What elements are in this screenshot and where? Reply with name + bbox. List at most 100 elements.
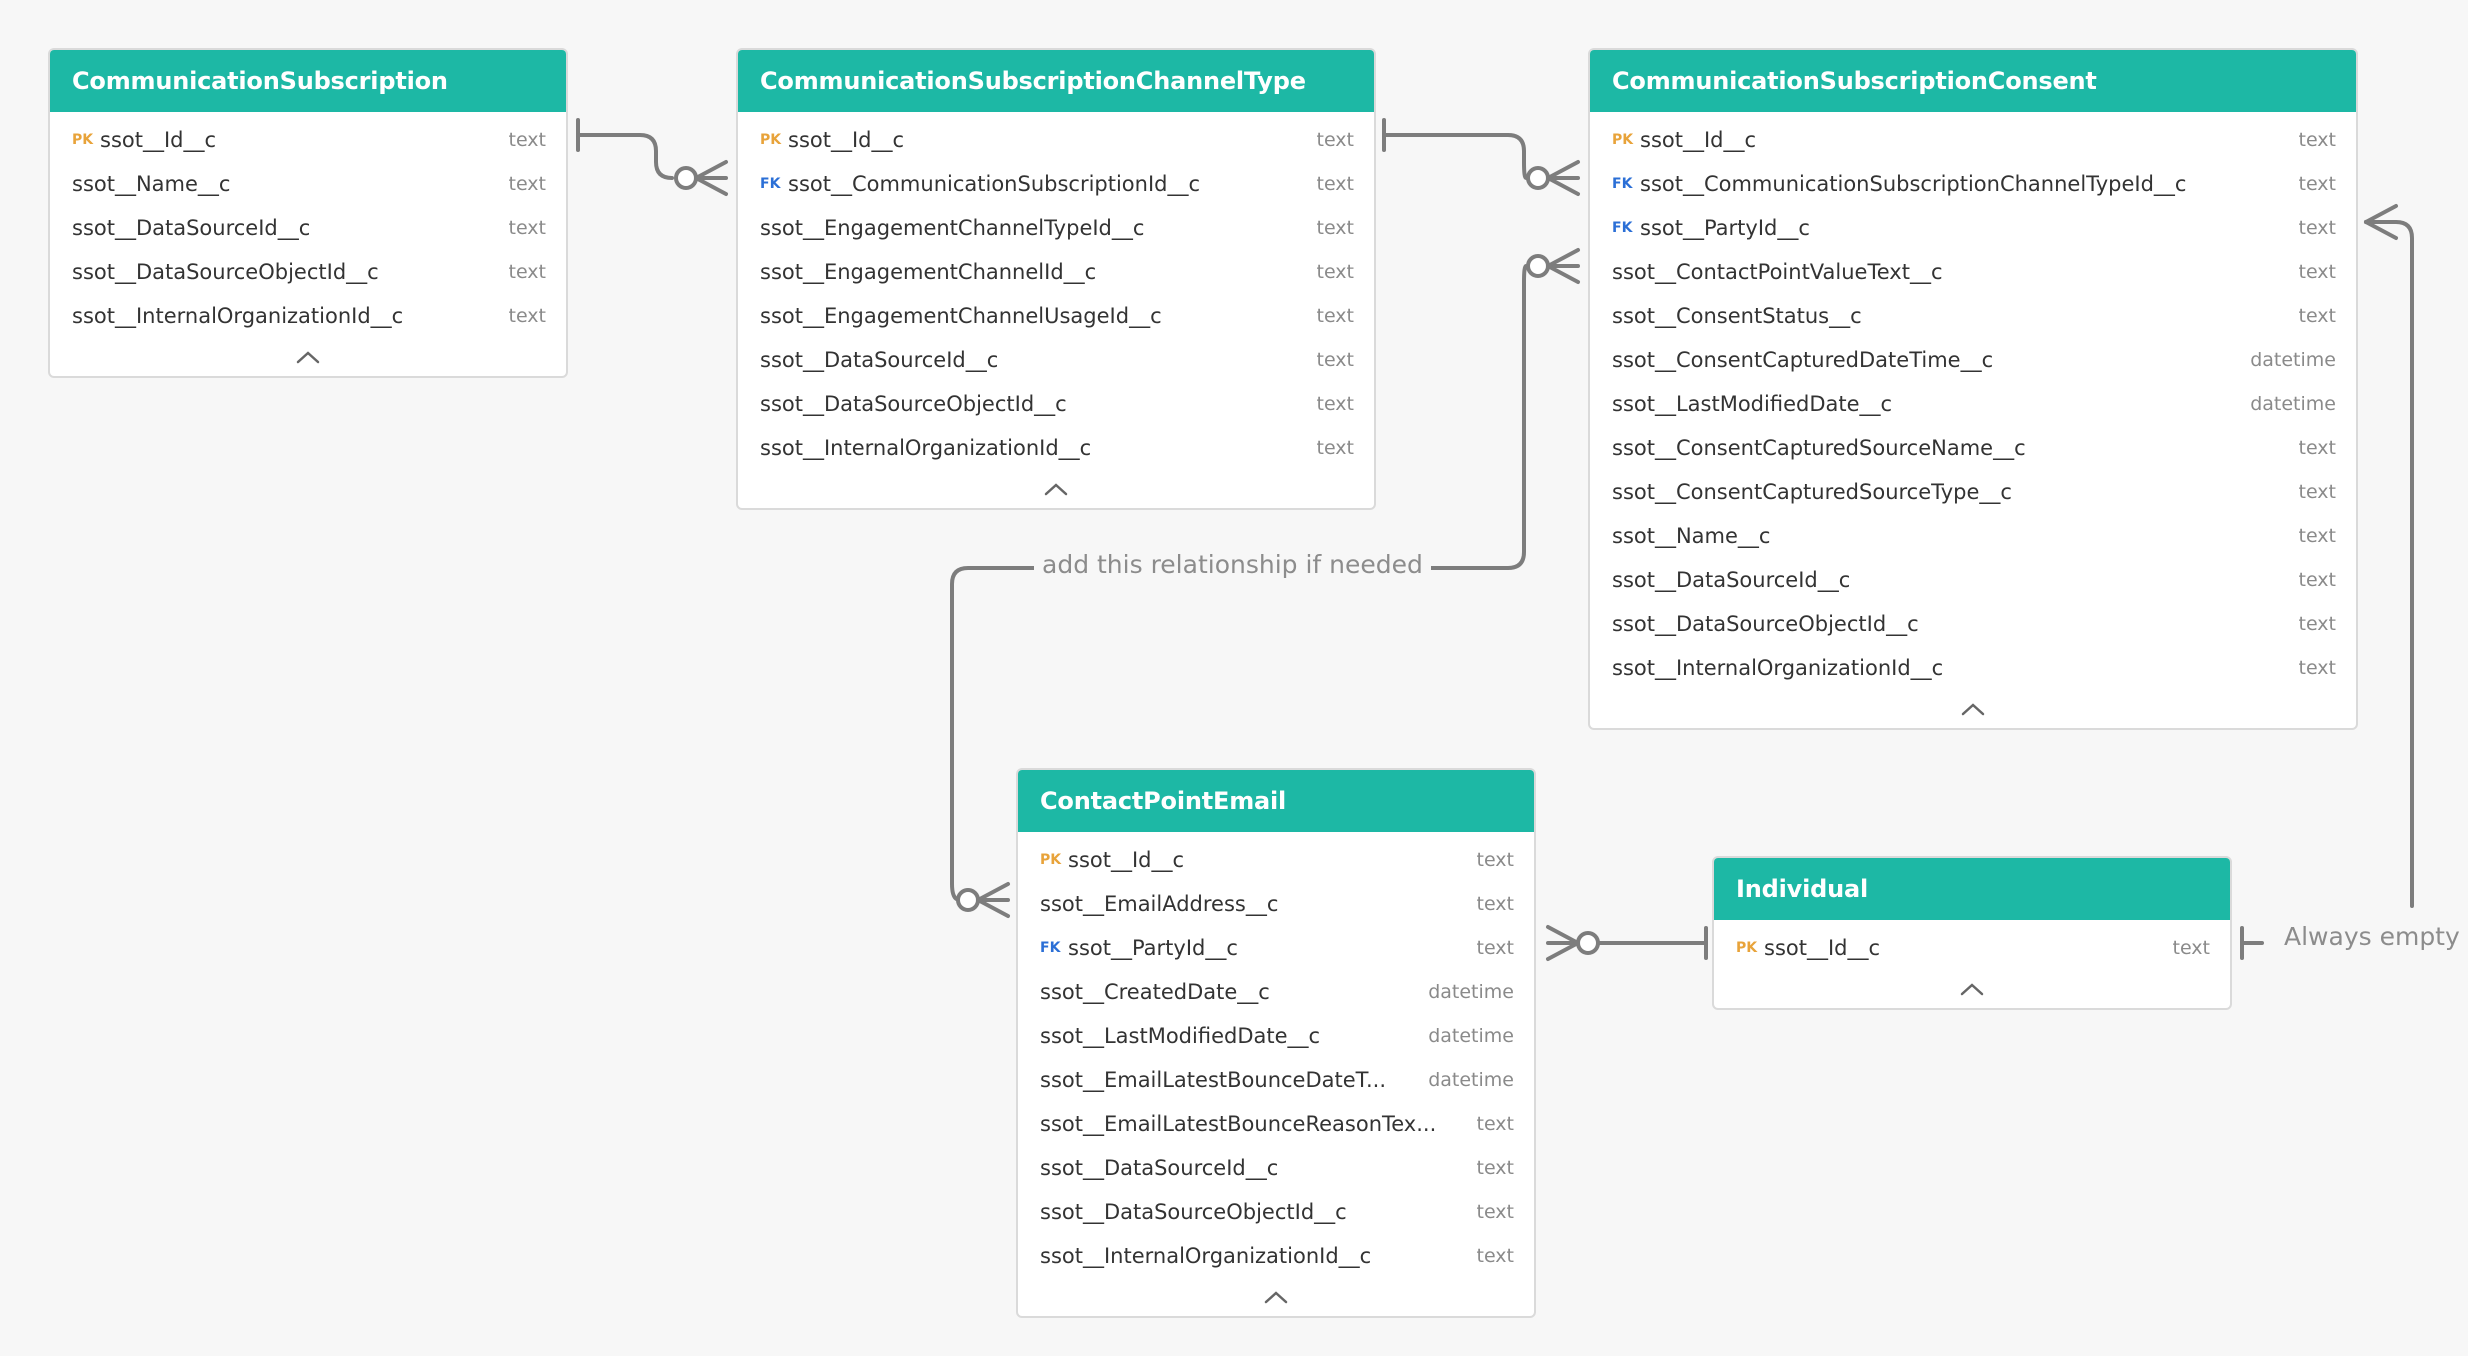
chevron-up-icon xyxy=(1264,1291,1288,1304)
field-row[interactable]: ssot__DataSourceId__c text xyxy=(738,338,1374,382)
field-list: PK ssot__Id__c text xyxy=(1714,920,2230,970)
collapse-button[interactable] xyxy=(1590,690,2356,728)
entity-title: CommunicationSubscription xyxy=(50,50,566,112)
field-name: ssot__EmailLatestBounceReasonTex... xyxy=(1040,1112,1437,1136)
field-row[interactable]: ssot__EngagementChannelId__c text xyxy=(738,250,1374,294)
entity-title: CommunicationSubscriptionConsent xyxy=(1590,50,2356,112)
field-type: text xyxy=(2172,937,2211,959)
field-row[interactable]: ssot__DataSourceObjectId__c text xyxy=(50,250,566,294)
field-name: ssot__CommunicationSubscriptionId__c xyxy=(788,172,1201,196)
field-name: ssot__PartyId__c xyxy=(1068,936,1238,960)
field-type: datetime xyxy=(1428,1025,1514,1047)
field-row[interactable]: ssot__EmailLatestBounceReasonTex... text xyxy=(1018,1102,1534,1146)
field-type: text xyxy=(1476,1201,1515,1223)
field-row[interactable]: ssot__LastModifiedDate__c datetime xyxy=(1590,382,2356,426)
field-row[interactable]: ssot__InternalOrganizationId__c text xyxy=(1018,1234,1534,1278)
field-name: ssot__Name__c xyxy=(1612,524,1771,548)
field-name: ssot__PartyId__c xyxy=(1640,216,1810,240)
field-row[interactable]: FK ssot__PartyId__c text xyxy=(1018,926,1534,970)
field-type: text xyxy=(2298,657,2337,679)
field-row[interactable]: ssot__EngagementChannelTypeId__c text xyxy=(738,206,1374,250)
field-row[interactable]: PK ssot__Id__c text xyxy=(1714,926,2230,970)
field-row[interactable]: ssot__ConsentCapturedDateTime__c datetime xyxy=(1590,338,2356,382)
field-type: text xyxy=(2298,437,2337,459)
entity-individual[interactable]: Individual PK ssot__Id__c text xyxy=(1712,856,2232,1010)
field-type: datetime xyxy=(1428,1069,1514,1091)
field-row[interactable]: ssot__ContactPointValueText__c text xyxy=(1590,250,2356,294)
field-type: text xyxy=(1316,129,1355,151)
field-row[interactable]: ssot__DataSourceId__c text xyxy=(50,206,566,250)
field-row[interactable]: FK ssot__PartyId__c text xyxy=(1590,206,2356,250)
field-row[interactable]: PK ssot__Id__c text xyxy=(50,118,566,162)
field-row[interactable]: ssot__InternalOrganizationId__c text xyxy=(50,294,566,338)
collapse-button[interactable] xyxy=(1714,970,2230,1008)
field-row[interactable]: PK ssot__Id__c text xyxy=(738,118,1374,162)
field-type: text xyxy=(1316,217,1355,239)
field-type: text xyxy=(1316,393,1355,415)
field-name: ssot__LastModifiedDate__c xyxy=(1612,392,1893,416)
field-type: text xyxy=(508,305,547,327)
field-type: text xyxy=(508,261,547,283)
entity-communication-subscription[interactable]: CommunicationSubscription PK ssot__Id__c te… xyxy=(48,48,568,378)
primary-key-badge: PK xyxy=(72,132,94,148)
field-type: text xyxy=(2298,261,2337,283)
field-type: datetime xyxy=(1428,981,1514,1003)
field-row[interactable]: ssot__ConsentCapturedSourceType__c text xyxy=(1590,470,2356,514)
field-type: text xyxy=(1476,1113,1515,1135)
field-row[interactable]: ssot__DataSourceId__c text xyxy=(1590,558,2356,602)
field-row[interactable]: FK ssot__CommunicationSubscriptionChannel… xyxy=(1590,162,2356,206)
field-list: PK ssot__Id__c text ssot__Name__c text ssot__… xyxy=(50,112,566,338)
field-name: ssot__InternalOrganizationId__c xyxy=(1612,656,1944,680)
entity-communication-subscription-consent[interactable]: CommunicationSubscriptionConsent PK ssot__… xyxy=(1588,48,2358,730)
field-type: text xyxy=(2298,305,2337,327)
field-name: ssot__InternalOrganizationId__c xyxy=(1040,1244,1372,1268)
field-name: ssot__Id__c xyxy=(1640,128,1757,152)
field-row[interactable]: ssot__DataSourceId__c text xyxy=(1018,1146,1534,1190)
field-row[interactable]: ssot__DataSourceObjectId__c text xyxy=(1590,602,2356,646)
field-row[interactable]: PK ssot__Id__c text xyxy=(1018,838,1534,882)
field-row[interactable]: ssot__Name__c text xyxy=(50,162,566,206)
chevron-up-icon xyxy=(296,351,320,364)
field-type: text xyxy=(2298,217,2337,239)
field-row[interactable]: ssot__EmailLatestBounceDateT... datetime xyxy=(1018,1058,1534,1102)
connector-channel-type-to-consent xyxy=(1382,118,1580,196)
field-row[interactable]: ssot__ConsentStatus__c text xyxy=(1590,294,2356,338)
field-row[interactable]: ssot__DataSourceObjectId__c text xyxy=(1018,1190,1534,1234)
field-type: text xyxy=(1316,437,1355,459)
field-row[interactable]: ssot__InternalOrganizationId__c text xyxy=(738,426,1374,470)
field-row[interactable]: PK ssot__Id__c text xyxy=(1590,118,2356,162)
field-row[interactable]: ssot__EngagementChannelUsageId__c text xyxy=(738,294,1374,338)
field-row[interactable]: FK ssot__CommunicationSubscriptionId__c te… xyxy=(738,162,1374,206)
field-row[interactable]: ssot__LastModifiedDate__c datetime xyxy=(1018,1014,1534,1058)
field-row[interactable]: ssot__ConsentCapturedSourceName__c text xyxy=(1590,426,2356,470)
field-name: ssot__ConsentCapturedDateTime__c xyxy=(1612,348,1994,372)
collapse-button[interactable] xyxy=(50,338,566,376)
field-type: text xyxy=(1476,893,1515,915)
chevron-up-icon xyxy=(1960,983,1984,996)
field-type: text xyxy=(1476,937,1515,959)
field-name: ssot__LastModifiedDate__c xyxy=(1040,1024,1321,1048)
field-name: ssot__ConsentStatus__c xyxy=(1612,304,1862,328)
field-name: ssot__DataSourceId__c xyxy=(760,348,999,372)
chevron-up-icon xyxy=(1961,703,1985,716)
field-name: ssot__EngagementChannelTypeId__c xyxy=(760,216,1145,240)
collapse-button[interactable] xyxy=(1018,1278,1534,1316)
field-row[interactable]: ssot__CreatedDate__c datetime xyxy=(1018,970,1534,1014)
field-row[interactable]: ssot__DataSourceObjectId__c text xyxy=(738,382,1374,426)
entity-communication-subscription-channel-type[interactable]: CommunicationSubscriptionChannelType PK ss… xyxy=(736,48,1376,510)
always-empty-label: Always empty xyxy=(2276,922,2468,951)
collapse-button[interactable] xyxy=(738,470,1374,508)
field-row[interactable]: ssot__EmailAddress__c text xyxy=(1018,882,1534,926)
field-name: ssot__DataSourceObjectId__c xyxy=(760,392,1067,416)
entity-title: CommunicationSubscriptionChannelType xyxy=(738,50,1374,112)
field-row[interactable]: ssot__Name__c text xyxy=(1590,514,2356,558)
field-name: ssot__Id__c xyxy=(1764,936,1881,960)
field-name: ssot__Id__c xyxy=(788,128,905,152)
entity-title: Individual xyxy=(1714,858,2230,920)
primary-key-badge: PK xyxy=(1040,852,1062,868)
entity-title: ContactPointEmail xyxy=(1018,770,1534,832)
field-name: ssot__DataSourceId__c xyxy=(1040,1156,1279,1180)
foreign-key-badge: FK xyxy=(1612,220,1633,236)
entity-contact-point-email[interactable]: ContactPointEmail PK ssot__Id__c text ssot__… xyxy=(1016,768,1536,1318)
field-row[interactable]: ssot__InternalOrganizationId__c text xyxy=(1590,646,2356,690)
